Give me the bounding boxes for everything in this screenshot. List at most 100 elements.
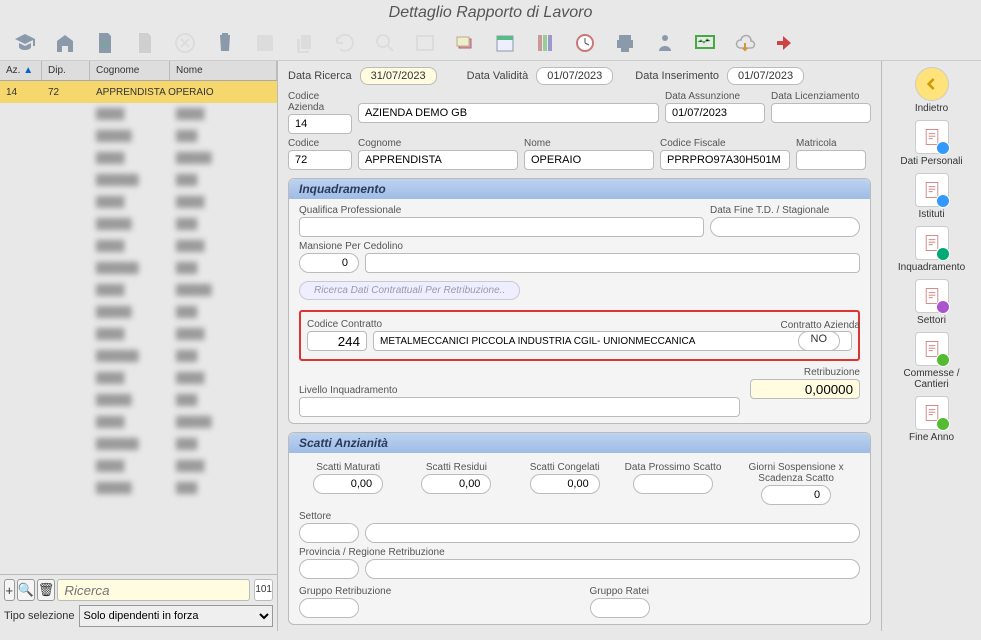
data-inserimento-field[interactable]: 01/07/2023 [727,67,804,85]
zoom-icon[interactable] [372,30,398,56]
settore-desc-field[interactable] [365,523,860,543]
delete-button[interactable]: 🗑 [37,579,56,601]
print-icon[interactable] [612,30,638,56]
nav-indietro[interactable]: Indietro [888,67,976,114]
gruppo-ratei-field[interactable] [590,598,650,618]
doc-check-icon[interactable] [92,30,118,56]
mansione-label: Mansione Per Cedolino [299,241,860,252]
livello-field[interactable] [299,397,740,417]
cancel-icon[interactable] [172,30,198,56]
nav-commesse[interactable]: Commesse / Cantieri [888,332,976,390]
contratto-desc-field[interactable] [373,331,852,351]
clock-icon[interactable] [572,30,598,56]
nome-field[interactable] [524,150,654,170]
provincia-code-field[interactable] [299,559,359,579]
grid-row[interactable]: █████████ [0,279,277,301]
mansione-code-field[interactable] [299,253,359,273]
grid-row[interactable]: █████████ [0,345,277,367]
codice-field[interactable] [288,150,352,170]
calendar-icon[interactable] [492,30,518,56]
books-icon[interactable] [532,30,558,56]
scatti-congelati-field[interactable] [530,474,600,494]
giorni-sosp-field[interactable] [761,485,831,505]
window-icon[interactable] [412,30,438,56]
cf-field[interactable] [660,150,790,170]
data-ricerca-label: Data Ricerca [288,70,352,82]
grid-row[interactable]: ████████ [0,125,277,147]
qualifica-field[interactable] [299,217,704,237]
col-dipendente[interactable]: Dip. [42,61,90,80]
trash-icon[interactable] [212,30,238,56]
grid-row[interactable]: ████████ [0,455,277,477]
cf-label: Codice Fiscale [660,138,790,149]
nav-settori[interactable]: Settori [888,279,976,326]
grid-row[interactable]: ████████ [0,323,277,345]
cognome-label: Cognome [358,138,518,149]
retribuzione-field[interactable] [750,379,860,399]
col-nome[interactable]: Nome [170,61,277,80]
tipo-selezione-select[interactable]: Solo dipendenti in forza [79,605,273,627]
gruppo-retr-field[interactable] [299,598,359,618]
cloud-icon[interactable] [732,30,758,56]
grid-row[interactable]: █████████ [0,147,277,169]
provincia-desc-field[interactable] [365,559,860,579]
copy-icon[interactable] [292,30,318,56]
grid-row[interactable]: ████████ [0,191,277,213]
codice-label: Codice [288,138,352,149]
grid-row[interactable]: ████████ [0,103,277,125]
col-cognome[interactable]: Cognome [90,61,170,80]
contratto-azienda-field[interactable]: NO [798,331,841,351]
grid-row[interactable]: █████████ [0,433,277,455]
data-validita-field[interactable]: 01/07/2023 [536,67,613,85]
search-input[interactable] [57,579,250,601]
data-inserimento-label: Data Inserimento [635,70,719,82]
matricola-label: Matricola [796,138,866,149]
save-icon[interactable] [252,30,278,56]
data-ricerca-field[interactable]: 31/07/2023 [360,67,437,85]
mansione-desc-field[interactable] [365,253,860,273]
nav-inquadramento[interactable]: Inquadramento [888,226,976,273]
scatti-maturati-field[interactable] [313,474,383,494]
nome-azienda-field[interactable] [358,103,659,123]
nav-dati-personali[interactable]: Dati Personali [888,120,976,167]
ricerca-contratto-button[interactable]: Ricerca Dati Contrattuali Per Retribuzio… [299,281,520,300]
grid-row[interactable]: ████████ [0,389,277,411]
scatti-residui-field[interactable] [421,474,491,494]
toolbar [0,26,981,61]
person-doc-icon[interactable] [652,30,678,56]
codice-contratto-field[interactable] [307,331,367,351]
data-licenziamento-field[interactable] [771,103,871,123]
grid-row[interactable]: ████████ [0,367,277,389]
settore-code-field[interactable] [299,523,359,543]
grid-row[interactable]: ████████ [0,213,277,235]
grid-row[interactable]: █████████ [0,169,277,191]
grid-row[interactable]: █████████ [0,257,277,279]
refresh-icon[interactable] [332,30,358,56]
search-button[interactable]: 🔍 [17,579,35,601]
employee-grid: Az. ▲ Dip. Cognome Nome 14 72 APPRENDIST… [0,61,278,631]
codice-azienda-field[interactable] [288,114,352,134]
grid-row[interactable]: █████████ [0,411,277,433]
scatti-panel: Scatti Anzianità Scatti Maturati Scatti … [288,432,871,625]
doc-plus-icon[interactable] [132,30,158,56]
grid-row[interactable]: ████████ [0,301,277,323]
nav-fine-anno[interactable]: Fine Anno [888,396,976,443]
building-icon[interactable] [52,30,78,56]
add-button[interactable]: + [4,579,15,601]
data-assunzione-field[interactable] [665,103,765,123]
monitor-icon[interactable] [692,30,718,56]
exit-icon[interactable] [772,30,798,56]
scatti-maturati-label: Scatti Maturati [299,462,397,473]
graduate-icon[interactable] [12,30,38,56]
cognome-field[interactable] [358,150,518,170]
nav-istituti[interactable]: Istituti [888,173,976,220]
grid-row[interactable]: ████████ [0,235,277,257]
grid-row[interactable]: ████████ [0,477,277,499]
data-fine-td-field[interactable] [710,217,860,237]
data-prossimo-field[interactable] [633,474,713,494]
col-azienda[interactable]: Az. ▲ [0,61,42,80]
matricola-field[interactable] [796,150,866,170]
grid-row-selected[interactable]: 14 72 APPRENDISTA OPERAIO [0,81,277,103]
cards-icon[interactable] [452,30,478,56]
data-prossimo-label: Data Prossimo Scatto [624,462,722,473]
